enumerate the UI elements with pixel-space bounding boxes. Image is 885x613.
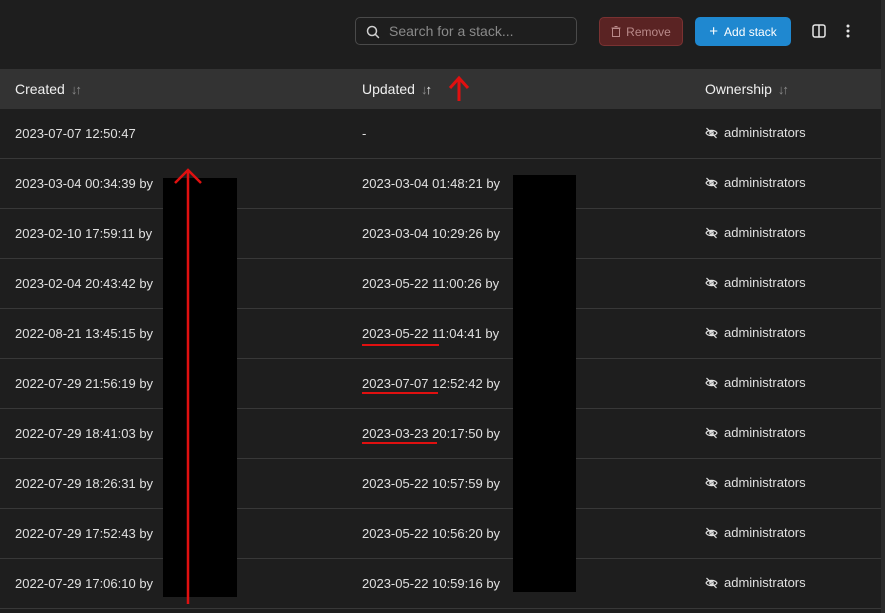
annotation-arrow-up bbox=[174, 168, 202, 604]
annotation-arrow-sort bbox=[448, 75, 470, 101]
annotation-underline bbox=[362, 392, 438, 394]
annotation-underline bbox=[362, 344, 439, 346]
annotation-underline bbox=[362, 442, 437, 444]
annotation-overlay bbox=[174, 75, 470, 604]
